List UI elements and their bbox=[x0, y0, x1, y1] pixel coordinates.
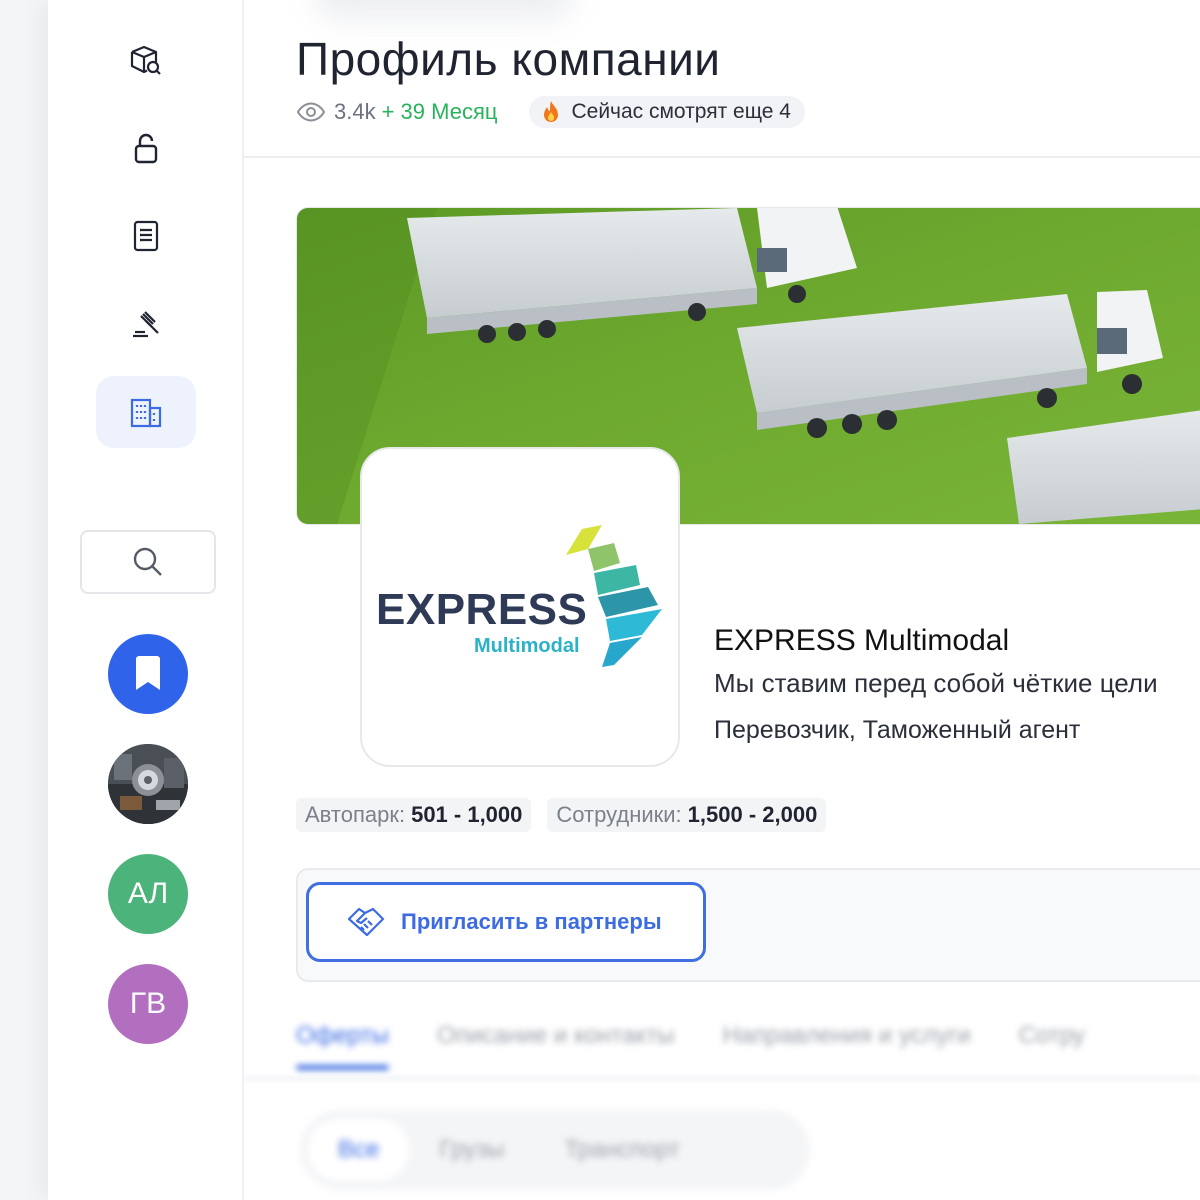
lock-icon bbox=[134, 133, 158, 164]
profile-stats: 3.4k + 39 Месяц Сейчас смотрят еще 4 bbox=[296, 96, 805, 128]
eye-icon bbox=[296, 102, 326, 122]
machinery-photo bbox=[108, 744, 188, 824]
notebook-icon bbox=[133, 220, 159, 252]
company-facts: Автопарк: 501 - 1,000 Сотрудники: 1,500 - … bbox=[296, 798, 827, 832]
bookmark-avatar[interactable] bbox=[108, 634, 188, 714]
invite-partner-label: Пригласить в партнеры bbox=[401, 909, 662, 934]
logo-subtitle: Multimodal bbox=[474, 635, 580, 657]
user-avatar-gv[interactable]: ГВ bbox=[108, 964, 188, 1044]
employees-chip: Сотрудники: 1,500 - 2,000 bbox=[547, 798, 827, 832]
fleet-size-chip: Автопарк: 501 - 1,000 bbox=[296, 798, 532, 832]
tab-routes-services[interactable]: Направления и услуги bbox=[722, 1022, 970, 1050]
company-slogan: Мы ставим перед собой чёткие цели bbox=[714, 668, 1158, 698]
header-divider bbox=[244, 156, 1200, 158]
partner-action-bar: Пригласить в партнеры bbox=[296, 868, 1200, 982]
offer-filters: Все Грузы Транспорт bbox=[300, 1110, 810, 1190]
fleet-label: Автопарк: bbox=[305, 802, 406, 827]
blurred-header-element bbox=[314, 0, 574, 20]
tab-offers[interactable]: Оферты bbox=[296, 1022, 389, 1070]
fire-icon bbox=[544, 101, 559, 122]
filter-transport[interactable]: Транспорт bbox=[534, 1119, 709, 1181]
sidebar-item-tenders[interactable] bbox=[96, 288, 196, 360]
company-roles: Перевозчик, Таможенный агент bbox=[714, 716, 1081, 744]
sidebar-search-button[interactable] bbox=[80, 530, 216, 594]
employees-value: 1,500 - 2,000 bbox=[687, 802, 818, 827]
app-window: АЛ ГВ Профиль компании 3.4k + 39 Месяц С… bbox=[48, 0, 1200, 1200]
page-title: Профиль компании bbox=[296, 33, 721, 85]
building-icon bbox=[130, 398, 162, 428]
employees-label: Сотрудники: bbox=[556, 802, 682, 827]
views-growth: + 39 Месяц bbox=[381, 99, 498, 124]
box-search-icon bbox=[130, 45, 161, 75]
search-icon bbox=[133, 547, 162, 576]
views-count: 3.4k bbox=[334, 99, 376, 124]
invite-partner-button[interactable]: Пригласить в партнеры bbox=[306, 882, 706, 962]
sidebar-item-companies[interactable] bbox=[96, 376, 196, 448]
photo-avatar[interactable] bbox=[108, 744, 188, 824]
sidebar-item-cargo-search[interactable] bbox=[96, 24, 196, 96]
gavel-icon bbox=[133, 311, 159, 338]
avatar-initials: ГВ bbox=[129, 987, 167, 1020]
tabs-divider bbox=[244, 1076, 1200, 1082]
tab-employees[interactable]: Сотру bbox=[1019, 1022, 1085, 1050]
sidebar: АЛ ГВ bbox=[48, 0, 244, 1200]
logo-wordmark: EXPRESS bbox=[376, 585, 588, 634]
main-content: Профиль компании 3.4k + 39 Месяц Сейчас … bbox=[244, 0, 1200, 1200]
profile-tabs: Оферты Описание и контакты Направления и… bbox=[296, 1022, 1085, 1070]
bookmark-icon bbox=[136, 656, 160, 690]
fleet-value: 501 - 1,000 bbox=[411, 802, 523, 827]
sidebar-item-documents[interactable] bbox=[96, 200, 196, 272]
filter-cargo[interactable]: Грузы bbox=[409, 1119, 534, 1181]
watching-now-text: Сейчас смотрят еще 4 bbox=[571, 100, 791, 123]
avatar-initials: АЛ bbox=[127, 877, 169, 910]
tab-description-contacts[interactable]: Описание и контакты bbox=[437, 1022, 675, 1050]
handshake-icon bbox=[347, 907, 385, 937]
company-name: EXPRESS Multimodal bbox=[714, 624, 1010, 657]
company-logo: EXPRESS Multimodal bbox=[360, 447, 680, 767]
sidebar-item-lock[interactable] bbox=[96, 112, 196, 184]
user-avatar-al[interactable]: АЛ bbox=[108, 854, 188, 934]
watching-now-badge: Сейчас смотрят еще 4 bbox=[529, 96, 805, 128]
filter-all[interactable]: Все bbox=[308, 1119, 410, 1181]
